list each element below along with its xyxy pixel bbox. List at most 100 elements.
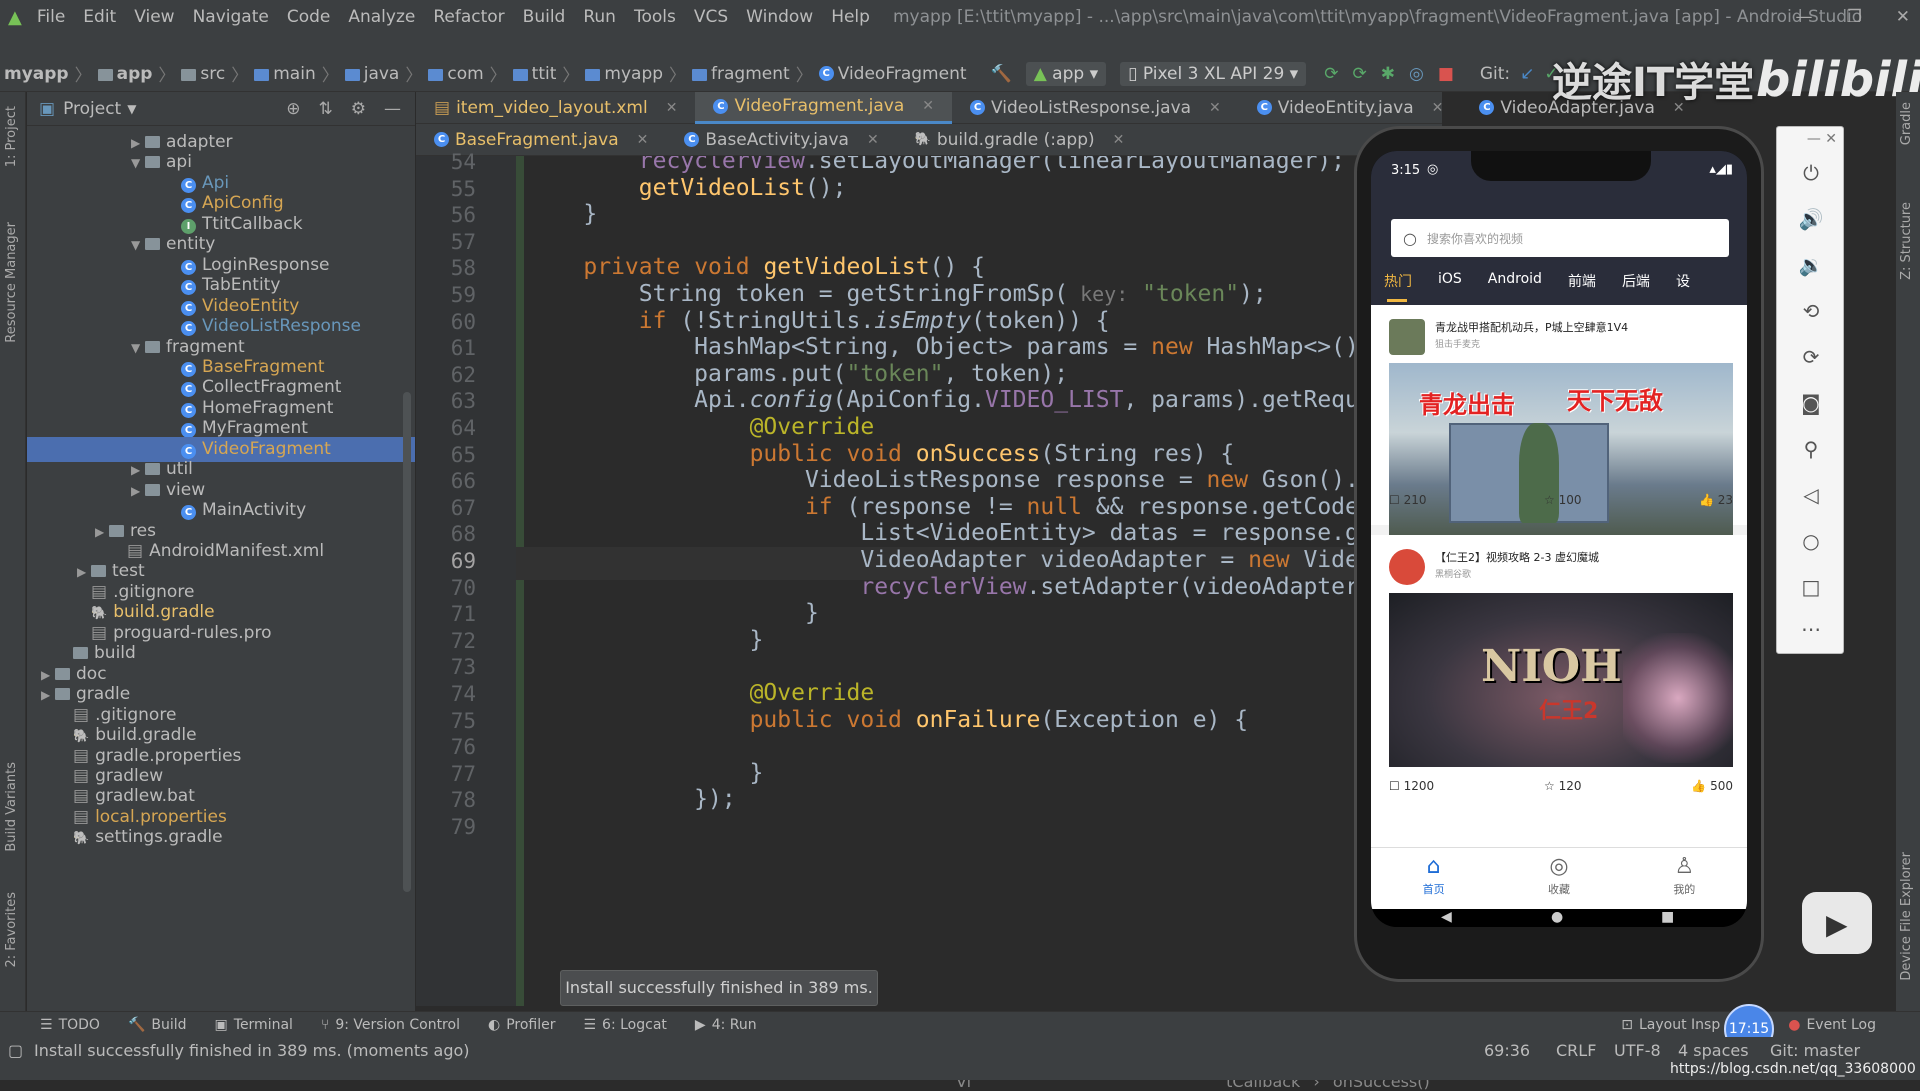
code-line[interactable]: } <box>528 201 597 227</box>
volume-down-icon[interactable]: 🔉 <box>1777 253 1845 277</box>
chevron-down-icon[interactable]: ▼ <box>127 102 136 116</box>
menu-item-window[interactable]: Window <box>737 7 822 27</box>
breadcrumb-item[interactable]: com <box>424 64 487 84</box>
project-tool-tab[interactable]: 1: Project <box>4 106 19 167</box>
video-search-input[interactable]: ○ 搜索你喜欢的视频 <box>1391 219 1729 257</box>
code-line[interactable]: params.put("token", token); <box>528 361 1068 387</box>
code-line[interactable]: private void getVideoList() { <box>528 254 985 280</box>
code-line[interactable]: VideoAdapter videoAdapter = new Video <box>528 547 1372 573</box>
status-indicator-icon[interactable]: ▢ <box>8 1041 23 1060</box>
tree-scrollbar[interactable] <box>403 392 411 892</box>
file-encoding[interactable]: UTF-8 <box>1614 1041 1661 1060</box>
apply-changes-icon[interactable]: ⟳ <box>1352 64 1366 84</box>
code-line[interactable]: recyclerView.setAdapter(videoAdapter) <box>528 574 1372 600</box>
menu-item-view[interactable]: View <box>125 7 183 27</box>
event-log-tab[interactable]: ● Event Log <box>1774 1017 1890 1033</box>
bottom-tool-tab[interactable]: ⑂ 9: Version Control <box>307 1017 474 1033</box>
nav-collect[interactable]: ◎ 收藏 <box>1548 848 1570 909</box>
close-tab-icon[interactable]: ✕ <box>1113 132 1125 148</box>
debug-icon[interactable]: ✱ <box>1381 64 1395 84</box>
code-line[interactable]: Api.config(ApiConfig.VIDEO_LIST, params)… <box>528 387 1373 413</box>
menu-item-file[interactable]: File <box>28 7 74 27</box>
code-line[interactable]: if (response != null && response.getCode… <box>528 494 1373 520</box>
comment-count[interactable]: ☐ 1200 <box>1389 779 1434 793</box>
comment-count[interactable]: ☐ 210 <box>1389 493 1427 507</box>
code-line[interactable]: String token = getStringFromSp( key: "to… <box>528 281 1267 307</box>
breadcrumb-item[interactable]: src <box>177 64 229 84</box>
code-line[interactable]: @Override <box>528 680 875 706</box>
stop-icon[interactable]: ■ <box>1438 64 1454 84</box>
close-tab-icon[interactable]: ✕ <box>1432 100 1444 116</box>
power-icon[interactable]: ⏻ <box>1777 161 1845 185</box>
volume-up-icon[interactable]: 🔊 <box>1777 207 1845 231</box>
run-config-select[interactable]: ▲ app ▾ <box>1025 61 1107 86</box>
bottom-tool-tab[interactable]: ▣ Terminal <box>201 1017 307 1033</box>
code-line[interactable]: HashMap<String, Object> params = new Has… <box>528 334 1373 360</box>
close-tab-icon[interactable]: ✕ <box>867 132 879 148</box>
menu-item-vcs[interactable]: VCS <box>685 7 737 27</box>
video-card[interactable]: 青龙战甲搭配机动兵，P城上空肆意1V4 狙击手麦克 青龙出击 天下无敌 ☐ 21… <box>1371 305 1747 537</box>
collapse-all-icon[interactable]: ⇅ <box>319 99 333 119</box>
structure-tab[interactable]: Z: Structure <box>1899 202 1914 280</box>
bottom-tool-tab[interactable]: ▶ 4: Run <box>681 1017 771 1033</box>
overview-icon[interactable]: □ <box>1777 575 1845 599</box>
code-line[interactable]: }); <box>528 786 736 812</box>
line-separator[interactable]: CRLF <box>1556 1041 1596 1060</box>
rotate-right-icon[interactable]: ⟳ <box>1777 345 1845 369</box>
video-thumbnail[interactable]: 青龙出击 天下无敌 <box>1389 363 1733 537</box>
breadcrumb-item[interactable]: main <box>250 64 319 84</box>
code-line[interactable]: @Override <box>528 414 875 440</box>
category-tab[interactable]: 前端 <box>1555 271 1609 301</box>
menu-item-help[interactable]: Help <box>822 7 879 27</box>
menu-item-refactor[interactable]: Refactor <box>424 7 513 27</box>
editor-tab[interactable]: C VideoEntity.java ✕ <box>1239 92 1462 124</box>
bottom-tool-tab[interactable]: ☰ 6: Logcat <box>569 1017 680 1033</box>
device-file-explorer-tab[interactable]: Device File Explorer <box>1899 852 1914 981</box>
menu-item-navigate[interactable]: Navigate <box>184 7 278 27</box>
code-line[interactable]: } <box>528 600 819 626</box>
category-tab[interactable]: 设 <box>1663 271 1703 301</box>
editor-tab[interactable]: C VideoListResponse.java ✕ <box>952 92 1239 124</box>
code-area[interactable]: recyclerView.setLayoutManager(linearLayo… <box>416 156 1442 1006</box>
code-line[interactable]: } <box>528 760 764 786</box>
breadcrumb-item[interactable]: app <box>94 64 157 84</box>
category-tab[interactable]: Android <box>1475 271 1555 301</box>
close-tab-icon[interactable]: ✕ <box>1209 100 1221 116</box>
resource-manager-tab[interactable]: Resource Manager <box>4 222 19 343</box>
project-panel-title[interactable]: Project <box>63 99 121 119</box>
video-thumbnail[interactable]: NIOH 仁王2 <box>1389 593 1733 767</box>
code-line[interactable]: recyclerView.setLayoutManager(linearLayo… <box>528 156 1345 174</box>
breadcrumb-item[interactable]: java <box>341 64 404 84</box>
breadcrumb-item[interactable]: ttit <box>509 64 561 84</box>
build-variants-tab[interactable]: Build Variants <box>4 762 19 852</box>
collect-count[interactable]: ☆ 100 <box>1544 493 1582 507</box>
locate-icon[interactable]: ⊕ <box>286 99 300 119</box>
close-window-button[interactable]: ✕ <box>1896 0 1910 34</box>
back-icon[interactable]: ◁ <box>1777 483 1845 507</box>
breadcrumb-item[interactable]: myapp <box>0 64 73 84</box>
menu-item-build[interactable]: Build <box>514 7 575 27</box>
breadcrumb-item[interactable]: myapp <box>581 64 667 84</box>
indent-setting[interactable]: 4 spaces <box>1678 1041 1749 1060</box>
close-tab-icon[interactable]: ✕ <box>666 100 678 116</box>
close-tab-icon[interactable]: ✕ <box>922 98 934 114</box>
recents-nav-icon[interactable]: ■ <box>1661 909 1674 925</box>
device-select[interactable]: ▯ Pixel 3 XL API 29 ▾ <box>1120 61 1307 86</box>
run-icon[interactable]: ⟳ <box>1324 64 1338 84</box>
code-line[interactable]: public void onSuccess(String res) { <box>528 441 1235 467</box>
nav-home[interactable]: ⌂ 首页 <box>1423 848 1445 909</box>
camera-icon[interactable]: ◙ <box>1777 391 1845 415</box>
bottom-tool-tab[interactable]: ◐ Profiler <box>474 1017 570 1033</box>
code-line[interactable]: getVideoList(); <box>528 175 847 201</box>
menu-item-code[interactable]: Code <box>278 7 340 27</box>
code-line[interactable]: } <box>528 627 764 653</box>
editor-tab[interactable]: ▤ item_video_layout.xml ✕ <box>416 92 695 124</box>
editor-tab[interactable]: C VideoFragment.java ✕ <box>695 91 953 124</box>
category-tab[interactable]: iOS <box>1425 271 1475 301</box>
home-nav-icon[interactable]: ● <box>1551 909 1563 925</box>
bottom-tool-tab[interactable]: ☰ TODO <box>26 1017 114 1033</box>
breadcrumb-item[interactable]: C VideoFragment <box>815 64 971 84</box>
nav-mine[interactable]: ♙ 我的 <box>1673 848 1695 909</box>
profile-icon[interactable]: ◎ <box>1409 64 1424 84</box>
git-branch[interactable]: Git: master <box>1770 1041 1860 1060</box>
